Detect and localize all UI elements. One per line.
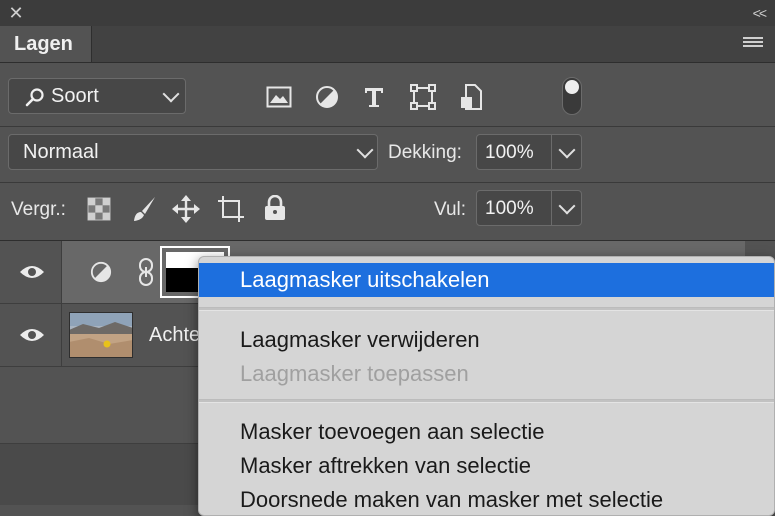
menu-item-intersect-mask-with-selection[interactable]: Doorsnede maken van masker met selectie (199, 483, 774, 515)
lock-pixels-brush-icon[interactable] (130, 195, 158, 223)
fill-stepper-divider (551, 191, 552, 225)
close-icon[interactable]: ✕ (6, 3, 26, 23)
layer-name: Achte (149, 324, 201, 346)
chevron-down-icon[interactable] (558, 141, 576, 159)
lock-all-icon[interactable] (264, 195, 286, 221)
toolbar-divider (0, 182, 775, 183)
fill-input[interactable]: 100% (476, 190, 582, 226)
filter-kind-dropdown[interactable]: Soort (8, 78, 186, 114)
menu-separator (199, 307, 774, 311)
menu-item-delete-layer-mask[interactable]: Laagmasker verwijderen (199, 323, 774, 357)
fill-value: 100% (485, 198, 534, 219)
adjustment-layer-icon (90, 261, 112, 283)
opacity-label: Dekking: (388, 142, 462, 163)
chain-link-icon[interactable] (137, 257, 155, 287)
toggle-knob (565, 80, 579, 94)
menu-item-subtract-mask-from-selection[interactable]: Masker aftrekken van selectie (199, 449, 774, 483)
blend-mode-value: Normaal (23, 141, 99, 163)
opacity-input[interactable]: 100% (476, 134, 582, 170)
filter-toggle-switch[interactable] (562, 77, 582, 115)
visibility-toggle[interactable] (0, 304, 62, 366)
type-filter-icon[interactable] (362, 85, 386, 109)
blend-mode-dropdown[interactable]: Normaal (8, 134, 378, 170)
image-filter-icon[interactable] (266, 86, 292, 108)
menu-separator (199, 399, 774, 403)
search-icon (25, 88, 44, 107)
lock-artboard-icon[interactable] (217, 195, 245, 223)
smart-object-filter-icon[interactable] (460, 84, 484, 110)
panel-tab-row: Lagen (0, 26, 775, 63)
opacity-stepper-divider (551, 135, 552, 169)
chevron-down-icon (162, 85, 180, 103)
opacity-value: 100% (485, 142, 534, 163)
adjustment-filter-icon[interactable] (315, 85, 339, 109)
tab-lagen[interactable]: Lagen (0, 26, 92, 62)
eye-icon (20, 329, 44, 341)
menu-item-add-mask-to-selection[interactable]: Masker toevoegen aan selectie (199, 415, 774, 449)
layer-photo-thumbnail (69, 312, 133, 358)
filter-kind-label: Soort (51, 85, 99, 107)
layer-mask-context-menu: Laagmasker uitschakelen Laagmasker verwi… (198, 256, 775, 516)
lock-position-move-icon[interactable] (172, 195, 200, 223)
visibility-toggle[interactable] (0, 241, 62, 303)
chevron-down-icon[interactable] (558, 197, 576, 215)
lock-transparency-icon[interactable] (87, 197, 111, 221)
panel-title-bar: ✕ << (0, 0, 775, 26)
collapse-panel-icon[interactable]: << (753, 3, 767, 23)
fill-label: Vul: (434, 199, 467, 220)
eye-icon (20, 266, 44, 278)
lock-label: Vergr.: (11, 199, 66, 220)
panel-menu-icon[interactable] (743, 37, 763, 51)
menu-item-disable-layer-mask[interactable]: Laagmasker uitschakelen (199, 263, 774, 297)
shape-filter-icon[interactable] (410, 84, 436, 110)
chevron-down-icon (356, 141, 374, 159)
toolbar-divider (0, 126, 775, 127)
menu-item-apply-layer-mask: Laagmasker toepassen (240, 361, 469, 386)
